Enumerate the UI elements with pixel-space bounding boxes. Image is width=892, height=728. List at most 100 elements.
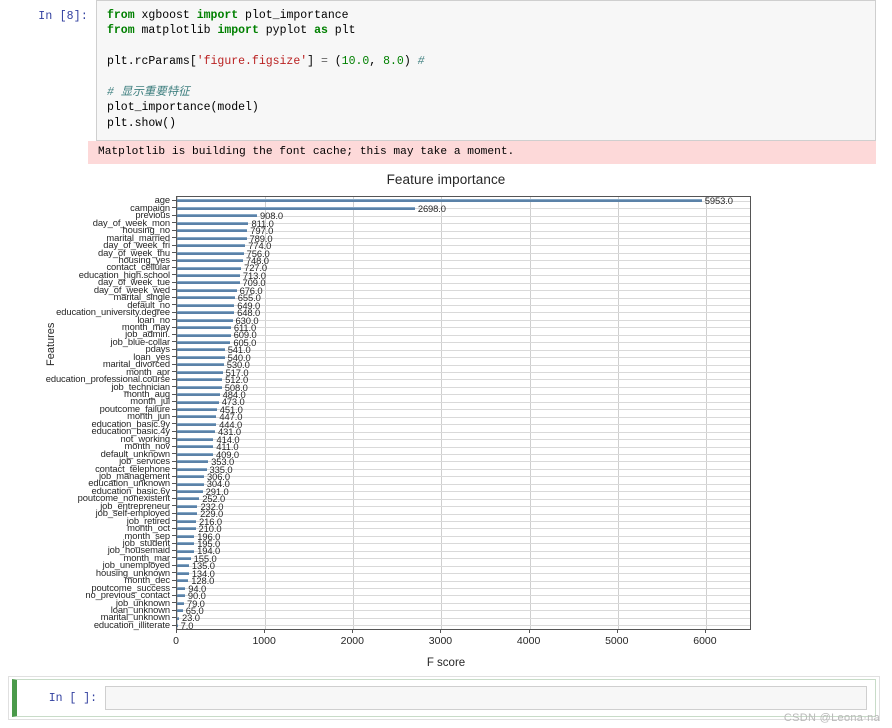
bar [177,355,225,359]
bar [177,266,242,270]
code-source[interactable]: from xgboost import plot_importance from… [107,8,865,131]
y-tick-mark [172,199,176,201]
bar [177,430,215,434]
chart-title: Feature importance [386,172,506,188]
bar [177,273,240,277]
y-tick-mark [172,535,176,537]
bar [177,586,186,590]
bar [177,259,243,263]
watermark: CSDN @Leona·na [783,712,880,724]
y-tick-mark [172,609,176,611]
y-tick-mark [172,602,176,604]
bar [177,534,195,538]
y-tick-mark [172,624,176,626]
x-tick-label: 2000 [340,635,364,648]
bar [177,363,224,367]
plot-area: 5953.0 2698.0 908.0 811.0 797.0 789.0 774.0 756… [176,195,751,631]
bar [177,393,220,397]
y-tick-mark [172,237,176,239]
bar [177,556,191,560]
y-tick-mark [172,378,176,380]
y-tick-mark [172,274,176,276]
bar [177,549,195,553]
y-tick-mark [172,289,176,291]
y-tick-mark [172,371,176,373]
y-tick-mark [172,326,176,328]
bar [177,206,415,210]
bar [177,527,196,531]
bar [177,616,180,620]
code-cell[interactable]: In [8]: from xgboost import plot_importa… [0,0,892,142]
y-tick-mark [172,252,176,254]
bar [177,504,198,508]
bar [177,460,209,464]
bar [177,475,204,479]
y-tick-mark [172,319,176,321]
y-tick-mark [172,259,176,261]
y-tick-mark [172,550,176,552]
stderr-output-row: Matplotlib is building the font cache; t… [0,141,892,165]
bar [177,400,219,404]
bar [177,340,231,344]
bar [177,326,231,330]
bar [177,482,204,486]
y-tick-mark [172,207,176,209]
bar [177,311,235,315]
y-tick-mark [172,356,176,358]
x-tick-mark [528,629,530,634]
bar [177,467,207,471]
y-tick-mark [172,296,176,298]
y-tick-mark [172,542,176,544]
bar [177,497,200,501]
y-tick-mark [172,244,176,246]
y-tick-mark [172,348,176,350]
bar [177,214,258,218]
bar [177,415,217,419]
empty-cell-prompt: In [ ]: [48,691,97,705]
empty-code-input[interactable] [105,686,867,710]
y-tick-mark [172,579,176,581]
x-tick-label: 3000 [428,635,453,648]
bar [177,512,198,516]
y-tick-mark [172,393,176,395]
y-tick-mark [172,401,176,403]
y-tick-mark [172,468,176,470]
cell-prompt-in: In [8]: [38,10,88,23]
x-tick-mark [264,629,266,634]
bar [177,445,214,449]
bar [177,542,195,546]
code-editor[interactable]: from xgboost import plot_importance from… [96,0,876,142]
bar [177,288,237,292]
y-tick-mark [172,520,176,522]
bars-layer: 5953.0 2698.0 908.0 811.0 797.0 789.0 774.0 756… [177,195,750,631]
bar [177,601,184,605]
bar [177,221,249,225]
bar [177,624,178,628]
y-tick-mark [172,304,176,306]
x-tick-label: 4000 [516,635,541,648]
y-tick-mark [172,386,176,388]
empty-code-cell[interactable]: In [ ]: [12,679,876,717]
figure-output-row: Feature importance Features F score 5953… [0,164,892,681]
y-tick-mark [172,505,176,507]
y-tick-mark [172,281,176,283]
matplotlib-figure: Feature importance Features F score 5953… [45,170,846,681]
y-tick-mark [172,512,176,514]
y-tick-mark [172,229,176,231]
y-tick-mark [172,438,176,440]
y-tick-mark [172,222,176,224]
bar [177,333,231,337]
y-tick-mark [172,475,176,477]
y-tick-mark [172,214,176,216]
y-tick-mark [172,483,176,484]
y-tick-mark [172,334,176,336]
bar [177,437,214,441]
x-tick-label: 5000 [605,635,629,648]
bar [177,489,203,493]
bar [177,251,244,255]
x-tick-mark [352,629,354,634]
bar [177,229,248,233]
bar-value-label: 2698.0 [417,202,446,214]
bar [177,594,185,598]
bar [177,318,233,322]
